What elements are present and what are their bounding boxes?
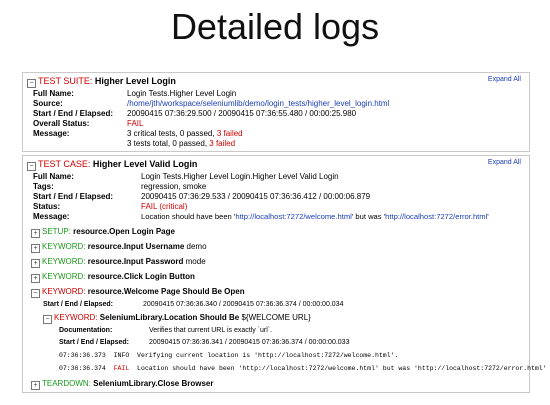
text: 3 tests total, 0 passed, — [127, 139, 210, 148]
expand-icon[interactable]: + — [31, 259, 40, 268]
value: regression, smoke — [141, 182, 207, 191]
keyword-name: resource.Input Password — [87, 257, 184, 266]
label: Start / End / Elapsed: — [43, 301, 114, 308]
keyword-name: SeleniumLibrary.Close Browser — [93, 379, 214, 388]
collapse-icon[interactable]: − — [43, 315, 52, 324]
log-row-fail: 07:36:36.374 FAIL Location should have b… — [59, 365, 547, 372]
keyword-args: mode — [185, 257, 206, 266]
keyword-name: resource.Click Login Button — [87, 272, 195, 281]
status-value: FAIL — [127, 119, 144, 128]
keyword-row-setup[interactable]: + SETUP: resource.Open Login Page — [31, 227, 175, 238]
message-line-2: 3 tests total, 0 passed, 3 failed — [127, 139, 235, 148]
keyword-kind: KEYWORD: — [42, 242, 86, 251]
keyword-row-welcome-page[interactable]: − KEYWORD: resource.Welcome Page Should B… — [31, 287, 245, 298]
keyword-name: resource.Input Username — [87, 242, 185, 251]
keyword-kind: TEARDOWN: — [42, 379, 91, 388]
value: 20090415 07:36:36.340 / 20090415 07:36:3… — [143, 301, 344, 308]
keyword-args: ${WELCOME URL} — [241, 313, 311, 322]
collapse-icon[interactable]: − — [27, 162, 36, 171]
label: Message: — [33, 212, 70, 221]
expected-url: http://localhost:7272/welcome.html — [235, 212, 352, 221]
text: Location should have been ' — [141, 212, 236, 221]
value: 20090415 07:36:36.341 / 20090415 07:36:3… — [149, 339, 350, 346]
log-level: FAIL — [113, 365, 130, 372]
keyword-kind: SETUP: — [42, 227, 71, 236]
expand-all-link[interactable]: Expand All — [488, 159, 521, 166]
suite-panel: − TEST SUITE: Higher Level Login Expand A… — [22, 72, 530, 152]
keyword-row-input-username[interactable]: + KEYWORD: resource.Input Username demo — [31, 242, 207, 253]
label: Documentation: — [59, 327, 113, 334]
keyword-args: demo — [186, 242, 207, 251]
keyword-kind: KEYWORD: — [42, 257, 86, 266]
expand-icon[interactable]: + — [31, 274, 40, 283]
log-message: Location should have been 'http://localh… — [137, 365, 547, 372]
value: Login Tests.Higher Level Login.Higher Le… — [141, 172, 339, 181]
log-message: Verifying current location is 'http://lo… — [137, 352, 399, 359]
keyword-row-click-login[interactable]: + KEYWORD: resource.Click Login Button — [31, 272, 195, 283]
expand-icon[interactable]: + — [31, 229, 40, 238]
collapse-icon[interactable]: − — [27, 79, 36, 88]
failed-count: 3 failed — [209, 139, 236, 148]
text: ' but was ' — [351, 212, 386, 221]
value: Login Tests.Higher Level Login — [127, 89, 237, 98]
test-header[interactable]: − TEST CASE: Higher Level Valid Login — [27, 159, 197, 171]
message-value: Location should have been 'http://localh… — [141, 212, 489, 221]
value: 20090415 07:36:29.533 / 20090415 07:36:3… — [141, 192, 371, 201]
value: 20090415 07:36:29.500 / 20090415 07:36:5… — [127, 109, 357, 118]
test-case-panel: − TEST CASE: Higher Level Valid Login Exp… — [22, 155, 547, 393]
keyword-name: resource.Welcome Page Should Be Open — [87, 287, 245, 296]
label: Source: — [33, 99, 63, 108]
keyword-row-input-password[interactable]: + KEYWORD: resource.Input Password mode — [31, 257, 206, 268]
keyword-name: SeleniumLibrary.Location Should Be — [99, 313, 240, 322]
expand-icon[interactable]: + — [31, 381, 40, 390]
log-row-info: 07:36:36.373 INFO Verifying current loca… — [59, 352, 398, 359]
actual-url: http://localhost:7272/error.html — [385, 212, 488, 221]
source-link[interactable]: /home/jth/workspace/seleniumlib/demo/log… — [127, 99, 389, 108]
suite-name: Higher Level Login — [94, 76, 176, 86]
log-time: 07:36:36.373 — [59, 352, 106, 359]
keyword-name: resource.Open Login Page — [73, 227, 175, 236]
label: Start / End / Elapsed: — [59, 339, 130, 346]
label: Start / End / Elapsed: — [33, 192, 114, 201]
failed-count: 3 failed — [216, 129, 243, 138]
expand-icon[interactable]: + — [31, 244, 40, 253]
test-name: Higher Level Valid Login — [92, 159, 198, 169]
slide-title: Detailed logs — [170, 6, 380, 47]
suite-header[interactable]: − TEST SUITE: Higher Level Login — [27, 76, 176, 88]
test-kind: TEST CASE: — [38, 159, 91, 169]
text: 3 critical tests, 0 passed, — [127, 129, 217, 138]
value: Verifies that current URL is exactly `ur… — [149, 327, 273, 334]
label: Overall Status: — [33, 119, 90, 128]
keyword-row-location-should-be[interactable]: − KEYWORD: SeleniumLibrary.Location Shoul… — [43, 313, 311, 324]
keyword-kind: KEYWORD: — [42, 272, 86, 281]
text: ' — [487, 212, 489, 221]
label: Tags: — [33, 182, 54, 191]
log-level: INFO — [113, 352, 130, 359]
label: Message: — [33, 129, 70, 138]
suite-kind: TEST SUITE: — [38, 76, 93, 86]
label: Full Name: — [33, 172, 74, 181]
expand-all-link[interactable]: Expand All — [488, 76, 521, 83]
label: Full Name: — [33, 89, 74, 98]
keyword-kind: KEYWORD: — [42, 287, 86, 296]
status-value: FAIL (critical) — [141, 202, 188, 211]
message-line-1: 3 critical tests, 0 passed, 3 failed — [127, 129, 243, 138]
log-time: 07:36:36.374 — [59, 365, 106, 372]
label: Status: — [33, 202, 61, 211]
collapse-icon[interactable]: − — [31, 289, 40, 298]
keyword-kind: KEYWORD: — [54, 313, 98, 322]
keyword-row-teardown[interactable]: + TEARDOWN: SeleniumLibrary.Close Browser — [31, 379, 213, 390]
label: Start / End / Elapsed: — [33, 109, 114, 118]
